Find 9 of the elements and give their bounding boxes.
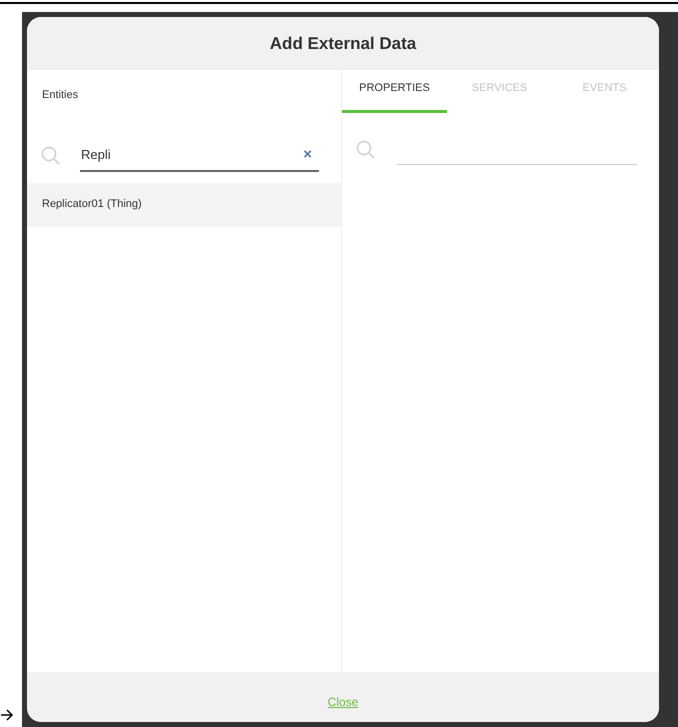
search-icon [41, 146, 61, 166]
clear-button[interactable]: × [303, 147, 312, 162]
search-field[interactable]: Repli × [80, 140, 319, 172]
entity-list-item[interactable]: Replicator01 (Thing) [27, 182, 341, 226]
entities-label: Entities [42, 88, 78, 103]
tab[interactable]: PROPERTIES [342, 70, 447, 113]
dialog-title: Add External Data [270, 32, 416, 55]
search-icon [356, 140, 376, 160]
arrow-icon [0, 709, 14, 721]
